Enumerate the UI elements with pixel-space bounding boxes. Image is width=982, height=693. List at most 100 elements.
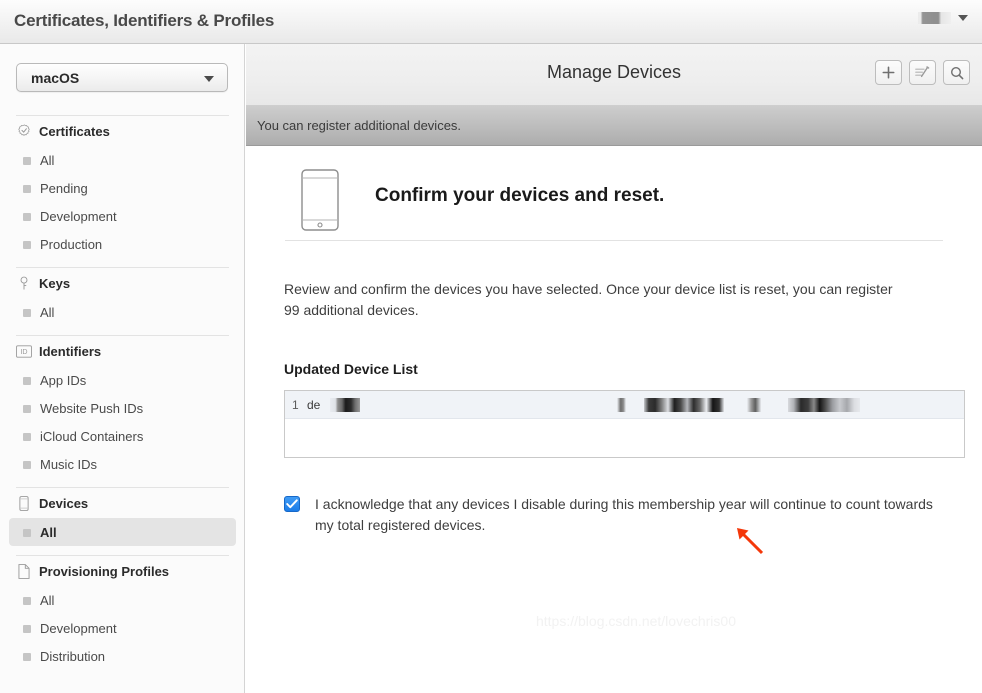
bullet-icon	[23, 529, 31, 537]
watermark: https://blog.csdn.net/lovechris00	[535, 613, 736, 629]
sidebar-item-music-ids[interactable]: Music IDs	[9, 450, 236, 478]
sidebar-item-profiles-all[interactable]: All	[9, 586, 236, 614]
hero-section: Confirm your devices and reset.	[246, 146, 982, 241]
sidebar-item-label: App IDs	[40, 372, 87, 388]
sidebar-header-certificates: Certificates	[0, 116, 244, 146]
svg-text:ID: ID	[20, 348, 27, 356]
acknowledgement-label: I acknowledge that any devices I disable…	[315, 496, 933, 533]
sidebar-item-label: Production	[40, 236, 103, 252]
platform-select[interactable]: macOS	[16, 63, 228, 92]
sidebar-item-keys-all[interactable]: All	[9, 298, 236, 326]
platform-select-value: macOS	[31, 70, 80, 86]
plus-icon	[882, 66, 895, 79]
sidebar-group-identifiers: ID Identifiers App IDs Website Push IDs …	[0, 326, 244, 478]
sidebar-item-label: Distribution	[40, 648, 106, 664]
sidebar-item-label: Development	[40, 620, 117, 636]
add-device-button[interactable]	[875, 60, 902, 85]
bullet-icon	[23, 461, 31, 469]
main-header-actions	[875, 60, 970, 85]
bullet-icon	[23, 377, 31, 385]
notice-banner: You can register additional devices.	[246, 106, 982, 146]
main-header-title: Manage Devices	[546, 62, 682, 82]
sidebar-item-label: All	[40, 524, 57, 540]
sidebar-header-label: Devices	[39, 495, 89, 511]
bullet-icon	[23, 157, 31, 165]
notice-text: You can register additional devices.	[257, 118, 462, 133]
certificate-seal-icon	[16, 123, 32, 139]
sidebar-header-identifiers: ID Identifiers	[0, 336, 244, 366]
table-row[interactable]: 1 de	[285, 391, 964, 419]
sidebar-item-certificates-development[interactable]: Development	[9, 202, 236, 230]
account-name-redacted	[918, 12, 951, 24]
sidebar-nav: Certificates All Pending Development Pro…	[0, 106, 244, 670]
main-panel: Manage Devices You can register addition…	[246, 44, 982, 693]
id-badge-icon: ID	[16, 343, 32, 359]
intro-paragraph: Review and confirm the devices you have …	[284, 281, 893, 318]
bullet-icon	[23, 625, 31, 633]
search-icon	[950, 66, 964, 80]
caret-down-icon	[204, 76, 214, 82]
sidebar-item-label: All	[40, 592, 55, 608]
sidebar-group-keys: Keys All	[0, 258, 244, 326]
device-row-name: de	[307, 398, 321, 412]
check-icon	[286, 499, 298, 509]
divider	[285, 240, 943, 241]
updated-device-list: 1 de	[284, 390, 965, 458]
sidebar-item-label: Music IDs	[40, 456, 98, 472]
device-detail-redacted	[747, 398, 761, 412]
bullet-icon	[23, 597, 31, 605]
device-name-redacted	[330, 398, 360, 412]
sidebar-header-devices: Devices	[0, 488, 244, 518]
sidebar-item-label: All	[40, 304, 55, 320]
sidebar: macOS Certificates All Pending Developme…	[0, 44, 245, 693]
sidebar-item-profiles-development[interactable]: Development	[9, 614, 236, 642]
sidebar-item-label: Development	[40, 208, 117, 224]
page-title: Certificates, Identifiers & Profiles	[14, 11, 275, 30]
bullet-icon	[23, 653, 31, 661]
account-menu[interactable]	[918, 12, 968, 24]
updated-device-list-title: Updated Device List	[284, 361, 418, 377]
sidebar-item-icloud-containers[interactable]: iCloud Containers	[9, 422, 236, 450]
sidebar-header-label: Keys	[39, 275, 71, 291]
caret-down-icon	[958, 15, 968, 21]
bullet-icon	[23, 405, 31, 413]
sidebar-group-devices: Devices All	[0, 478, 244, 546]
sidebar-item-label: Pending	[40, 180, 88, 196]
sidebar-item-label: All	[40, 152, 55, 168]
edit-devices-button[interactable]	[909, 60, 936, 85]
sidebar-item-app-ids[interactable]: App IDs	[9, 366, 236, 394]
sidebar-group-provisioning-profiles: Provisioning Profiles All Development Di…	[0, 546, 244, 670]
sidebar-group-certificates: Certificates All Pending Development Pro…	[0, 106, 244, 258]
device-detail-redacted	[644, 398, 724, 412]
device-row-index: 1	[292, 398, 299, 412]
sidebar-item-devices-all[interactable]: All	[9, 518, 236, 546]
sidebar-item-label: Website Push IDs	[40, 400, 144, 416]
sidebar-item-certificates-all[interactable]: All	[9, 146, 236, 174]
device-phone-icon	[16, 495, 32, 511]
key-icon	[16, 275, 32, 291]
bullet-icon	[23, 309, 31, 317]
sidebar-item-profiles-distribution[interactable]: Distribution	[9, 642, 236, 670]
acknowledgement-row: I acknowledge that any devices I disable…	[284, 494, 944, 536]
main-header: Manage Devices	[246, 44, 982, 106]
sidebar-item-label: iCloud Containers	[40, 428, 144, 444]
edit-pencil-icon	[915, 66, 930, 79]
sidebar-item-website-push-ids[interactable]: Website Push IDs	[9, 394, 236, 422]
document-icon	[16, 563, 32, 579]
sidebar-item-certificates-production[interactable]: Production	[9, 230, 236, 258]
acknowledgement-checkbox[interactable]	[284, 496, 300, 512]
window-titlebar: Certificates, Identifiers & Profiles	[0, 0, 982, 44]
bullet-icon	[23, 433, 31, 441]
hero-title: Confirm your devices and reset.	[375, 185, 665, 206]
bullet-icon	[23, 241, 31, 249]
device-detail-redacted	[617, 398, 626, 412]
sidebar-item-certificates-pending[interactable]: Pending	[9, 174, 236, 202]
sidebar-header-keys: Keys	[0, 268, 244, 298]
bullet-icon	[23, 185, 31, 193]
bullet-icon	[23, 213, 31, 221]
sidebar-header-label: Provisioning Profiles	[39, 563, 170, 579]
sidebar-header-label: Identifiers	[39, 343, 102, 359]
search-devices-button[interactable]	[943, 60, 970, 85]
app-window: Certificates, Identifiers & Profiles mac…	[0, 0, 982, 693]
sidebar-header-label: Certificates	[39, 123, 110, 139]
